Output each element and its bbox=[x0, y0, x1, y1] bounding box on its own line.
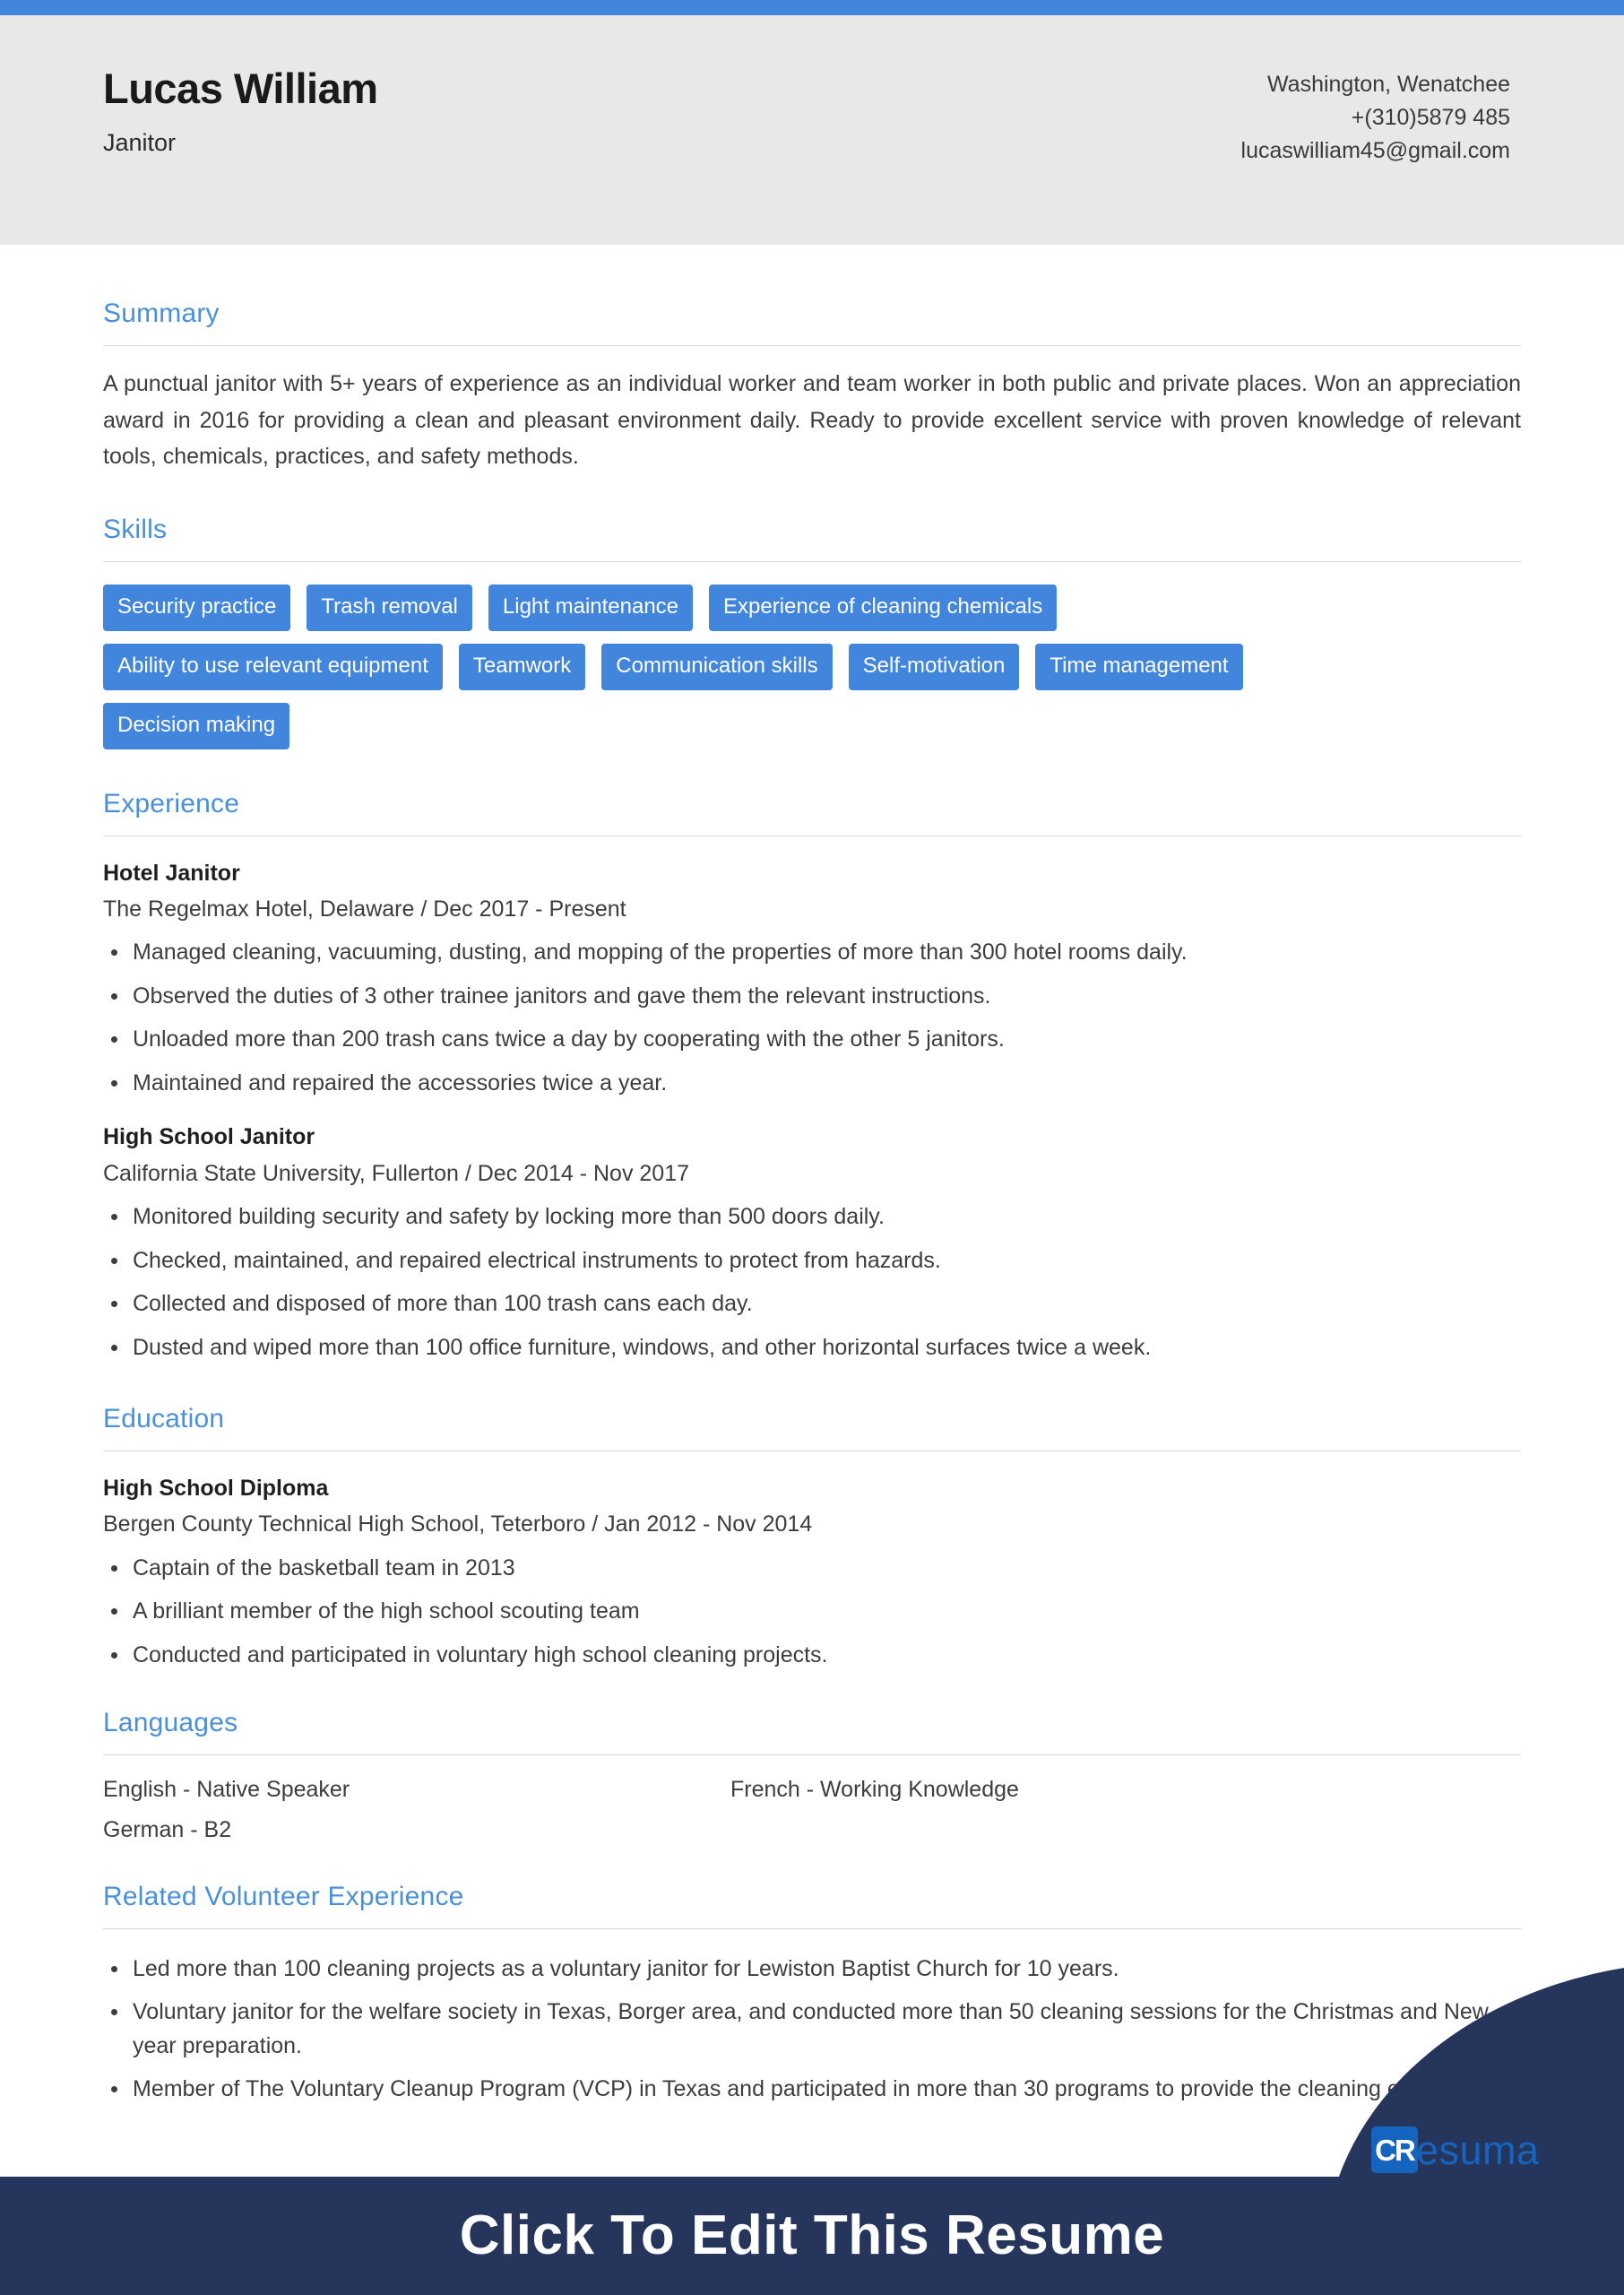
experience-role: Hotel Janitor bbox=[103, 860, 240, 886]
section-languages: Languages English - Native Speaker Frenc… bbox=[103, 1708, 1521, 1846]
bullet-item: Member of The Voluntary Cleanup Program … bbox=[103, 2073, 1521, 2107]
resume-header: Lucas William Janitor Washington, Wenatc… bbox=[0, 15, 1624, 245]
experience-role: High School Janitor bbox=[103, 1124, 315, 1150]
summary-paragraph: A punctual janitor with 5+ years of expe… bbox=[103, 371, 1521, 469]
section-title-skills: Skills bbox=[103, 514, 168, 544]
experience-entry: Hotel Janitor The Regelmax Hotel, Delawa… bbox=[103, 860, 1521, 1101]
bullet-item: Voluntary janitor for the welfare societ… bbox=[103, 1996, 1521, 2063]
experience-entry: High School Janitor California State Uni… bbox=[103, 1123, 1521, 1364]
logo-mark-text: CR bbox=[1375, 2133, 1416, 2167]
section-title-experience: Experience bbox=[103, 788, 240, 818]
skill-tag: Time management bbox=[1035, 643, 1243, 690]
section-volunteer: Related Volunteer Experience Led more th… bbox=[103, 1882, 1521, 2107]
section-divider bbox=[103, 560, 1521, 562]
bullet-item: Led more than 100 cleaning projects as a… bbox=[103, 1953, 1521, 1987]
section-title-education: Education bbox=[103, 1404, 225, 1433]
logo-mark-icon: CR bbox=[1371, 2126, 1418, 2173]
languages-grid: English - Native Speaker French - Workin… bbox=[103, 1775, 1358, 1846]
experience-bullet-list: Managed cleaning, vacuuming, dusting, an… bbox=[103, 936, 1521, 1100]
section-experience: Experience Hotel Janitor The Regelmax Ho… bbox=[103, 789, 1521, 1365]
section-education: Education High School Diploma Bergen Cou… bbox=[103, 1404, 1521, 1672]
skill-tag: Light maintenance bbox=[488, 584, 694, 631]
language-item: German - B2 bbox=[103, 1817, 232, 1842]
candidate-name: Lucas William bbox=[103, 65, 378, 112]
education-bullet-list: Captain of the basketball team in 2013 A… bbox=[103, 1552, 1521, 1673]
skill-tag: Communication skills bbox=[601, 643, 833, 690]
edit-resume-cta-label: Click To Edit This Resume bbox=[459, 2204, 1165, 2266]
experience-meta: California State University, Fullerton /… bbox=[103, 1160, 690, 1186]
bullet-item: Conducted and participated in voluntary … bbox=[103, 1639, 1521, 1673]
skill-tag: Experience of cleaning chemicals bbox=[709, 584, 1058, 631]
contact-location: Washington, Wenatchee bbox=[1267, 72, 1510, 97]
bullet-item: Managed cleaning, vacuuming, dusting, an… bbox=[103, 936, 1521, 970]
candidate-job-title: Janitor bbox=[103, 129, 177, 157]
logo-wordmark: esuma bbox=[1416, 2126, 1540, 2173]
section-summary: Summary A punctual janitor with 5+ years… bbox=[103, 299, 1521, 475]
bullet-item: A brilliant member of the high school sc… bbox=[103, 1595, 1521, 1629]
skill-tag: Security practice bbox=[103, 584, 291, 631]
bullet-item: Checked, maintained, and repaired electr… bbox=[103, 1244, 1521, 1278]
edit-resume-banner[interactable]: Click To Edit This Resume bbox=[0, 2177, 1624, 2295]
skills-tag-list: Security practice Trash removal Light ma… bbox=[103, 584, 1304, 749]
skill-tag: Teamwork bbox=[458, 643, 586, 690]
education-entry: High School Diploma Bergen County Techni… bbox=[103, 1475, 1521, 1672]
language-item: French - Working Knowledge bbox=[730, 1777, 1019, 1803]
resume-page: Lucas William Janitor Washington, Wenatc… bbox=[0, 0, 1624, 2295]
skill-tag: Decision making bbox=[103, 702, 290, 749]
section-title-volunteer: Related Volunteer Experience bbox=[103, 1881, 464, 1911]
skill-tag: Ability to use relevant equipment bbox=[103, 643, 443, 690]
skill-tag: Self-motivation bbox=[848, 643, 1020, 690]
section-title-summary: Summary bbox=[103, 299, 220, 328]
section-title-languages: Languages bbox=[103, 1708, 238, 1738]
education-degree: High School Diploma bbox=[103, 1476, 329, 1501]
contact-phone: +(310)5879 485 bbox=[1351, 105, 1510, 130]
language-item: English - Native Speaker bbox=[103, 1777, 350, 1803]
contact-email: lucaswilliam45@gmail.com bbox=[1240, 138, 1510, 163]
cresuma-logo: CR esuma bbox=[1371, 2126, 1540, 2173]
bullet-item: Maintained and repaired the accessories … bbox=[103, 1067, 1521, 1101]
resume-body: Summary A punctual janitor with 5+ years… bbox=[0, 245, 1624, 2107]
experience-bullet-list: Monitored building security and safety b… bbox=[103, 1200, 1521, 1364]
section-skills: Skills Security practice Trash removal L… bbox=[103, 515, 1521, 749]
experience-meta: The Regelmax Hotel, Delaware / Dec 2017 … bbox=[103, 896, 626, 922]
header-contact: Washington, Wenatchee +(310)5879 485 luc… bbox=[1241, 65, 1510, 168]
bullet-item: Captain of the basketball team in 2013 bbox=[103, 1552, 1521, 1586]
section-divider bbox=[103, 1927, 1521, 1929]
bullet-item: Collected and disposed of more than 100 … bbox=[103, 1287, 1521, 1321]
top-accent-bar bbox=[0, 0, 1624, 15]
bullet-item: Observed the duties of 3 other trainee j… bbox=[103, 980, 1521, 1014]
section-divider bbox=[103, 345, 1521, 346]
header-identity: Lucas William Janitor bbox=[103, 65, 378, 157]
bullet-item: Unloaded more than 200 trash cans twice … bbox=[103, 1023, 1521, 1057]
section-divider bbox=[103, 1754, 1521, 1756]
bullet-item: Dusted and wiped more than 100 office fu… bbox=[103, 1331, 1521, 1365]
education-meta: Bergen County Technical High School, Tet… bbox=[103, 1511, 813, 1537]
volunteer-bullet-list: Led more than 100 cleaning projects as a… bbox=[103, 1953, 1521, 2107]
skill-tag: Trash removal bbox=[307, 584, 472, 631]
bullet-item: Monitored building security and safety b… bbox=[103, 1200, 1521, 1234]
